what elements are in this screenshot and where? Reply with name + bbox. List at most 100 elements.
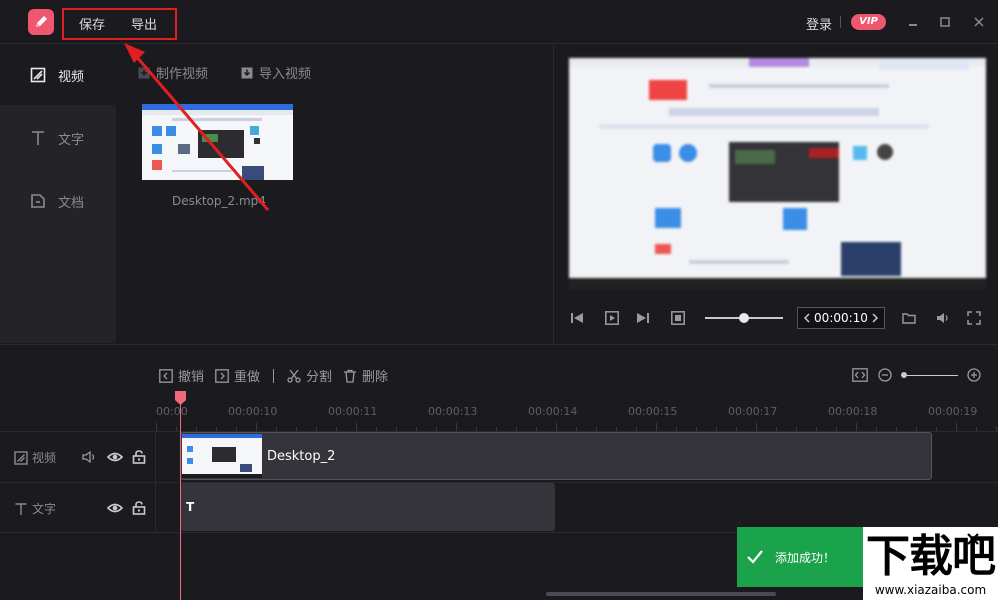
skip-back-icon bbox=[571, 313, 583, 323]
chevron-left-icon[interactable] bbox=[803, 313, 811, 323]
video-icon bbox=[30, 67, 46, 83]
redo-button[interactable]: 重做 bbox=[215, 366, 260, 385]
sidebar-item-video[interactable]: 视频 bbox=[0, 45, 116, 105]
play-button[interactable] bbox=[603, 309, 621, 327]
sidebar-item-label: 文档 bbox=[58, 195, 85, 211]
snapshot-folder-button[interactable] bbox=[900, 309, 918, 327]
eye-icon bbox=[107, 503, 123, 513]
stop-icon bbox=[671, 311, 685, 325]
skip-forward-button[interactable] bbox=[634, 309, 652, 327]
playhead-line[interactable] bbox=[180, 401, 181, 600]
success-toast: 添加成功！ bbox=[737, 527, 863, 587]
chevron-right-icon[interactable] bbox=[871, 313, 879, 323]
left-sidebar: 视频 文字 文档 bbox=[0, 45, 116, 343]
text-icon bbox=[32, 131, 44, 145]
import-video-button[interactable]: 导入视频 bbox=[241, 63, 311, 82]
pen-icon bbox=[36, 16, 47, 27]
zoom-slider-handle[interactable] bbox=[901, 372, 907, 378]
ruler-label: 00:00:18 bbox=[828, 405, 878, 418]
ruler-label: 00:00:13 bbox=[428, 405, 478, 418]
ruler-label: 00:00:15 bbox=[628, 405, 678, 418]
media-thumbnail[interactable] bbox=[142, 104, 293, 187]
text-track-label: 文字 bbox=[14, 500, 56, 517]
vip-badge[interactable]: VIP bbox=[851, 14, 886, 30]
close-icon bbox=[974, 17, 984, 27]
minimize-button[interactable] bbox=[903, 12, 923, 32]
speaker-icon bbox=[82, 450, 95, 464]
check-icon bbox=[747, 550, 763, 564]
login-button[interactable]: 登录 bbox=[806, 14, 832, 33]
trash-icon bbox=[344, 369, 356, 383]
sidebar-item-document[interactable]: 文档 bbox=[0, 171, 116, 231]
stop-button[interactable] bbox=[669, 309, 687, 327]
track-visibility-button[interactable] bbox=[106, 499, 124, 517]
thumbnail-screen-image bbox=[142, 104, 293, 187]
timeline-scrollbar[interactable] bbox=[546, 592, 776, 596]
title-bar: 保存 导出 登录 VIP bbox=[0, 0, 998, 44]
zoom-slider-track[interactable] bbox=[904, 375, 958, 376]
save-menu[interactable]: 保存 bbox=[79, 14, 105, 33]
text-icon bbox=[15, 502, 27, 515]
preview-screen bbox=[569, 58, 986, 290]
volume-slider-handle[interactable] bbox=[739, 313, 749, 323]
toolbar-divider bbox=[273, 369, 274, 383]
video-icon bbox=[14, 450, 28, 465]
ruler-label: 00:00:11 bbox=[328, 405, 378, 418]
track-lock-button[interactable] bbox=[130, 499, 148, 517]
skip-forward-icon bbox=[637, 313, 649, 323]
ruler-tick bbox=[156, 423, 157, 431]
ruler-tick bbox=[256, 423, 257, 431]
delete-button[interactable]: 删除 bbox=[343, 366, 388, 385]
video-track-label: 视频 bbox=[14, 449, 56, 466]
zoom-in-icon[interactable] bbox=[967, 368, 981, 382]
ruler-label: 00:00:10 bbox=[228, 405, 278, 418]
timecode-value[interactable]: 00:00:10 bbox=[814, 311, 868, 325]
track-lock-button[interactable] bbox=[130, 448, 148, 466]
zoom-out-icon[interactable] bbox=[878, 368, 892, 382]
plus-icon bbox=[138, 67, 150, 78]
fullscreen-button[interactable] bbox=[965, 309, 983, 327]
undo-button[interactable]: 撤销 bbox=[159, 366, 204, 385]
track-visibility-button[interactable] bbox=[106, 448, 124, 466]
volume-button[interactable] bbox=[934, 309, 952, 327]
close-button[interactable] bbox=[969, 12, 989, 32]
ruler-tick bbox=[656, 423, 657, 431]
track-name: 视频 bbox=[32, 451, 57, 465]
sidebar-item-text[interactable]: 文字 bbox=[0, 108, 116, 168]
video-track-header: 视频 bbox=[0, 432, 156, 482]
delete-label: 删除 bbox=[362, 370, 389, 385]
sidebar-item-label: 视频 bbox=[58, 69, 85, 85]
unlock-icon bbox=[132, 501, 146, 515]
video-clip-title: Desktop_2 bbox=[267, 449, 336, 464]
ruler-tick bbox=[856, 423, 857, 431]
export-menu[interactable]: 导出 bbox=[131, 14, 157, 33]
toast-close-icon[interactable] bbox=[966, 532, 980, 546]
skip-back-button[interactable] bbox=[568, 309, 586, 327]
ruler-label: 00:00:19 bbox=[928, 405, 978, 418]
track-name: 文字 bbox=[32, 502, 57, 516]
text-track-header: 文字 bbox=[0, 483, 156, 532]
ruler-tick bbox=[556, 423, 557, 431]
title-divider bbox=[840, 16, 841, 28]
watermark-url: www.xiazaiba.com bbox=[874, 583, 987, 597]
split-label: 分割 bbox=[306, 370, 333, 385]
ruler-tick bbox=[456, 423, 457, 431]
timeline-ruler[interactable]: 00:00 00:00:10 00:00:11 00:00:13 00:00:14 00… bbox=[156, 395, 998, 431]
maximize-button[interactable] bbox=[935, 12, 955, 32]
toast-message: 添加成功！ bbox=[775, 550, 836, 565]
timecode-stepper[interactable]: 00:00:10 bbox=[797, 307, 885, 329]
text-clip-title: T bbox=[186, 500, 195, 514]
sidebar-item-label: 文字 bbox=[58, 132, 85, 148]
import-video-label: 导入视频 bbox=[259, 67, 312, 82]
redo-icon bbox=[215, 368, 229, 383]
media-file-name: Desktop_2.mp4 bbox=[172, 194, 266, 208]
text-clip[interactable]: T bbox=[180, 483, 555, 531]
track-mute-button[interactable] bbox=[81, 448, 99, 466]
speaker-icon bbox=[937, 313, 948, 323]
fit-timeline-icon[interactable] bbox=[852, 368, 868, 382]
app-logo bbox=[28, 9, 54, 35]
make-video-button[interactable]: 制作视频 bbox=[138, 63, 208, 82]
video-clip[interactable]: Desktop_2 bbox=[180, 432, 932, 480]
split-button[interactable]: 分割 bbox=[287, 366, 332, 385]
import-icon bbox=[241, 67, 253, 78]
